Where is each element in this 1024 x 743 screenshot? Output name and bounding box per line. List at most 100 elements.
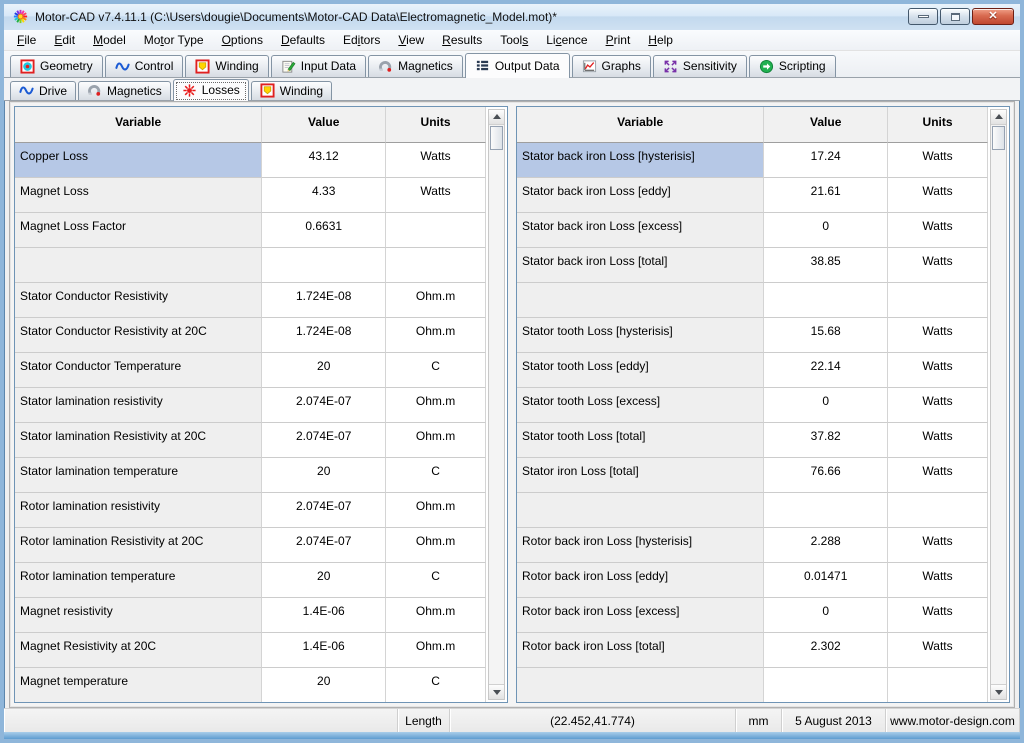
- table-row[interactable]: Stator tooth Loss [hysterisis]15.68Watts: [517, 318, 988, 353]
- scroll-up-button[interactable]: [991, 110, 1006, 125]
- losses-table-panel-right: VariableValueUnitsStator back iron Loss …: [516, 106, 1010, 703]
- table-row[interactable]: Stator lamination resistivity2.074E-07Oh…: [15, 388, 486, 423]
- left-vertical-scrollbar[interactable]: [488, 109, 505, 700]
- table-row[interactable]: Copper Loss43.12Watts: [15, 143, 486, 178]
- menu-editors[interactable]: Editors: [334, 31, 389, 49]
- tab-label: Winding: [280, 84, 323, 98]
- menu-defaults[interactable]: Defaults: [272, 31, 334, 49]
- geometry-icon: [20, 59, 35, 74]
- table-row[interactable]: Stator back iron Loss [total]38.85Watts: [517, 248, 988, 283]
- units-cell: Watts: [888, 388, 988, 423]
- scroll-up-button[interactable]: [489, 110, 504, 125]
- value-cell: 20: [262, 563, 386, 598]
- menu-motor-type[interactable]: Motor Type: [135, 31, 213, 49]
- table-row[interactable]: Stator tooth Loss [total]37.82Watts: [517, 423, 988, 458]
- status-date: 5 August 2013: [782, 709, 886, 732]
- table-row[interactable]: Stator tooth Loss [excess]0Watts: [517, 388, 988, 423]
- scroll-thumb[interactable]: [490, 126, 503, 150]
- tab-scripting[interactable]: Scripting: [749, 55, 836, 77]
- value-cell: 0: [764, 213, 888, 248]
- value-cell: [764, 493, 888, 528]
- table-row[interactable]: [517, 283, 988, 318]
- menu-file[interactable]: File: [8, 31, 45, 49]
- scroll-down-button[interactable]: [991, 684, 1006, 699]
- table-row[interactable]: Rotor lamination Resistivity at 20C2.074…: [15, 528, 486, 563]
- variable-cell: Stator Conductor Temperature: [15, 353, 262, 388]
- table-row[interactable]: Stator lamination temperature20C: [15, 458, 486, 493]
- close-button[interactable]: ✕: [972, 8, 1014, 25]
- tab-output-data[interactable]: Output Data: [465, 53, 570, 78]
- maximize-button[interactable]: [940, 8, 970, 25]
- menu-licence[interactable]: Licence: [537, 31, 596, 49]
- menu-results[interactable]: Results: [433, 31, 491, 49]
- table-row[interactable]: Stator Conductor Temperature20C: [15, 353, 486, 388]
- table-row[interactable]: Rotor lamination temperature20C: [15, 563, 486, 598]
- table-row[interactable]: Rotor back iron Loss [total]2.302Watts: [517, 633, 988, 668]
- motor-cad-logo-icon[interactable]: [12, 8, 29, 25]
- minimize-button[interactable]: [908, 8, 938, 25]
- right-vertical-scrollbar[interactable]: [990, 109, 1007, 700]
- table-row[interactable]: Stator iron Loss [total]76.66Watts: [517, 458, 988, 493]
- tab-control[interactable]: Control: [105, 55, 184, 77]
- table-row[interactable]: Rotor back iron Loss [hysterisis]2.288Wa…: [517, 528, 988, 563]
- table-row[interactable]: Magnet Loss4.33Watts: [15, 178, 486, 213]
- scroll-down-button[interactable]: [489, 684, 504, 699]
- table-row[interactable]: Magnet Loss Factor0.6631: [15, 213, 486, 248]
- tab-magnetics[interactable]: Magnetics: [368, 55, 463, 77]
- table-row[interactable]: Magnet resistivity1.4E-06Ohm.m: [15, 598, 486, 633]
- tab-geometry[interactable]: Geometry: [10, 55, 103, 77]
- table-row[interactable]: Rotor back iron Loss [eddy]0.01471Watts: [517, 563, 988, 598]
- table-row[interactable]: Stator Conductor Resistivity at 20C1.724…: [15, 318, 486, 353]
- value-cell: 21.61: [764, 178, 888, 213]
- table-row[interactable]: Stator Conductor Resistivity1.724E-08Ohm…: [15, 283, 486, 318]
- tab-label: Control: [135, 59, 174, 73]
- tab-label: Drive: [39, 84, 67, 98]
- scroll-track[interactable]: [991, 151, 1006, 684]
- menu-print[interactable]: Print: [597, 31, 640, 49]
- table-row[interactable]: Stator tooth Loss [eddy]22.14Watts: [517, 353, 988, 388]
- table-row[interactable]: [15, 248, 486, 283]
- value-cell: 1.4E-06: [262, 598, 386, 633]
- table-row[interactable]: Stator back iron Loss [eddy]21.61Watts: [517, 178, 988, 213]
- tab-winding[interactable]: Winding: [185, 55, 268, 77]
- subtab-winding[interactable]: Winding: [251, 81, 332, 100]
- tab-sensitivity[interactable]: Sensitivity: [653, 55, 747, 77]
- scroll-track[interactable]: [489, 151, 504, 684]
- units-cell: C: [386, 353, 486, 388]
- menu-model[interactable]: Model: [84, 31, 135, 49]
- table-row[interactable]: [517, 493, 988, 528]
- down-arrow-icon: [493, 690, 501, 695]
- subtab-magnetics[interactable]: Magnetics: [78, 81, 171, 100]
- table-row[interactable]: Magnet Resistivity at 20C1.4E-06Ohm.m: [15, 633, 486, 668]
- scroll-thumb[interactable]: [992, 126, 1005, 150]
- variable-cell: Magnet Resistivity at 20C: [15, 633, 262, 668]
- tab-graphs[interactable]: Graphs: [572, 55, 651, 77]
- left-table: VariableValueUnitsCopper Loss43.12WattsM…: [15, 107, 486, 702]
- variable-cell: [517, 283, 764, 318]
- sensitivity-icon: [663, 59, 678, 74]
- tab-label: Geometry: [40, 59, 93, 73]
- tab-input-data[interactable]: Input Data: [271, 55, 366, 77]
- table-row[interactable]: Stator back iron Loss [hysterisis]17.24W…: [517, 143, 988, 178]
- value-cell: [262, 248, 386, 283]
- table-row[interactable]: Stator back iron Loss [excess]0Watts: [517, 213, 988, 248]
- subtab-drive[interactable]: Drive: [10, 81, 76, 100]
- menu-options[interactable]: Options: [213, 31, 272, 49]
- units-cell: Ohm.m: [386, 388, 486, 423]
- table-row[interactable]: Stator lamination Resistivity at 20C2.07…: [15, 423, 486, 458]
- variable-cell: Magnet resistivity: [15, 598, 262, 633]
- variable-cell: Rotor lamination temperature: [15, 563, 262, 598]
- units-cell: Watts: [888, 563, 988, 598]
- subtab-losses[interactable]: Losses: [173, 79, 249, 101]
- menu-tools[interactable]: Tools: [491, 31, 537, 49]
- table-row[interactable]: Rotor back iron Loss [excess]0Watts: [517, 598, 988, 633]
- value-cell: 4.33: [262, 178, 386, 213]
- menu-view[interactable]: View: [389, 31, 433, 49]
- table-row[interactable]: Magnet temperature20C: [15, 668, 486, 702]
- table-row[interactable]: Rotor lamination resistivity2.074E-07Ohm…: [15, 493, 486, 528]
- variable-cell: Stator lamination Resistivity at 20C: [15, 423, 262, 458]
- graphs-icon: [582, 59, 597, 74]
- table-row[interactable]: [517, 668, 988, 702]
- menu-help[interactable]: Help: [639, 31, 682, 49]
- menu-edit[interactable]: Edit: [45, 31, 84, 49]
